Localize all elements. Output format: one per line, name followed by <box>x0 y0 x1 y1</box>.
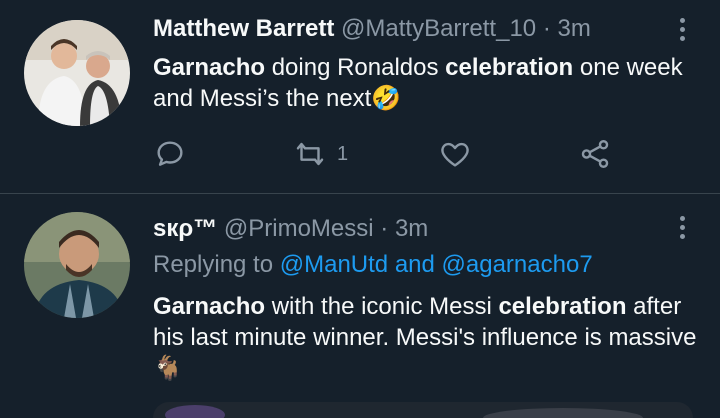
share-button[interactable] <box>578 137 612 171</box>
media-shape <box>165 405 225 418</box>
retweet-button[interactable]: 1 <box>293 137 348 171</box>
like-button[interactable] <box>438 137 472 171</box>
more-options-icon[interactable] <box>678 18 686 41</box>
display-name[interactable]: Matthew Barrett <box>153 15 334 42</box>
goat-emoji: 🐐 <box>153 355 183 382</box>
handle[interactable]: @MattyBarrett_10 <box>341 15 536 42</box>
replying-to: Replying to @ManUtd and @agarnacho7 <box>153 251 593 279</box>
text-bold: celebration <box>445 54 574 81</box>
tweet-text: Garnacho with the iconic Messi celebrati… <box>153 291 703 384</box>
text-part: with the iconic Messi <box>265 293 499 320</box>
avatar[interactable] <box>24 212 130 318</box>
rofl-emoji: 🤣 <box>371 85 402 112</box>
replying-to-users[interactable]: @ManUtd and @agarnacho7 <box>280 251 593 278</box>
tweet-actions: 1 <box>153 137 633 171</box>
tweet-media[interactable] <box>153 402 693 418</box>
tweet-primomessi[interactable]: ѕкρ™ @PrimoMessi · 3m Replying to @ManUt… <box>0 194 720 418</box>
reply-button[interactable] <box>153 137 187 171</box>
timestamp[interactable]: · 3m <box>543 15 591 42</box>
text-bold: celebration <box>498 293 627 320</box>
heart-icon <box>441 142 469 167</box>
retweet-icon <box>296 142 324 166</box>
avatar[interactable] <box>24 20 130 126</box>
retweet-count: 1 <box>337 142 349 165</box>
text-bold: Garnacho <box>153 54 266 81</box>
media-shape <box>483 408 643 418</box>
handle[interactable]: @PrimoMessi <box>224 215 374 242</box>
tweet-header: ѕкρ™ @PrimoMessi · 3m <box>153 215 428 243</box>
timestamp[interactable]: · 3m <box>380 215 428 242</box>
tweet-matthew-barrett[interactable]: Matthew Barrett @MattyBarrett_10 · 3m Ga… <box>0 0 720 193</box>
tweet-text: Garnacho doing Ronaldos celebration one … <box>153 52 703 114</box>
replying-to-label: Replying to <box>153 251 274 278</box>
text-part: doing Ronaldos <box>265 54 446 81</box>
share-icon <box>581 140 609 168</box>
reply-icon <box>157 141 183 166</box>
text-bold: Garnacho <box>153 293 266 320</box>
display-name[interactable]: ѕкρ™ <box>153 215 217 242</box>
more-options-icon[interactable] <box>678 216 686 239</box>
tweet-header: Matthew Barrett @MattyBarrett_10 · 3m <box>153 15 591 43</box>
